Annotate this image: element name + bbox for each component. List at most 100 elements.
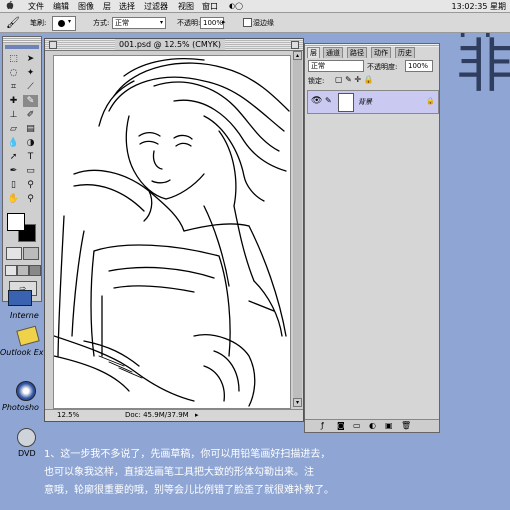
close-box-icon[interactable] <box>49 41 57 49</box>
caption-line: 1、这一步我不多说了，先画草稿，你可以用铅笔画好扫描进去， <box>44 449 331 460</box>
eye-visibility-icon[interactable]: 👁 <box>311 96 322 106</box>
trash-icon[interactable]: 🗑 <box>401 421 411 430</box>
scroll-down-icon[interactable]: ▾ <box>293 398 302 407</box>
notes-tool-icon[interactable]: ▯ <box>6 179 21 191</box>
brush-link-icon[interactable]: ✎ <box>325 96 332 105</box>
marquee-tool-icon[interactable]: ⬚ <box>6 53 21 65</box>
new-layer-icon[interactable]: ▣ <box>385 421 393 430</box>
desktop-icon-label: Outlook Ex <box>0 348 44 357</box>
opacity-input[interactable]: 100% <box>200 17 224 29</box>
vertical-scrollbar[interactable]: ▴ ▾ <box>293 51 302 407</box>
path-selection-tool-icon[interactable]: ➚ <box>6 151 21 163</box>
zoom-level[interactable]: 12.5% <box>57 410 79 421</box>
tutorial-caption: 1、这一步我不多说了，先画草稿，你可以用铅笔画好扫描进去， 也可以象我这样，直接… <box>44 446 504 500</box>
menu-image[interactable]: 图像 <box>78 1 94 12</box>
scroll-up-icon[interactable]: ▴ <box>293 51 302 60</box>
menu-edit[interactable]: 编辑 <box>53 1 69 12</box>
layer-name: 背景 <box>358 98 372 106</box>
wet-edges-checkbox[interactable] <box>243 18 252 27</box>
slice-tool-icon[interactable]: ⟋ <box>23 81 38 93</box>
tab-history[interactable]: 历史 <box>395 47 415 58</box>
new-set-icon[interactable]: ▭ <box>353 421 361 430</box>
tab-paths[interactable]: 路径 <box>347 47 367 58</box>
crop-tool-icon[interactable]: ⌗ <box>6 81 21 93</box>
menu-bar: 文件 编辑 图像 层 选择 过滤器 视图 窗口 ◐◯ 13:02:35 星期 <box>0 0 510 13</box>
mode-select[interactable]: 正常 ▾ <box>112 17 166 29</box>
options-bar: 🖌 笔刷: ▾ 方式: 正常 ▾ 不透明: 100% ▸ 湿边缘 <box>0 13 510 33</box>
lock-icons[interactable]: ▢ ✎ ✛ 🔒 <box>335 75 374 84</box>
tab-layers[interactable]: 层 <box>307 47 320 58</box>
layer-style-icon[interactable]: ƒ <box>321 421 324 430</box>
blend-mode-select[interactable]: 正常 <box>308 60 364 72</box>
pen-tool-icon[interactable]: ✒ <box>6 165 21 177</box>
layer-row-background[interactable]: 👁 ✎ 背景 🔒 <box>307 90 439 114</box>
tab-actions[interactable]: 动作 <box>371 47 391 58</box>
internet-explorer-icon[interactable] <box>8 290 32 306</box>
gradient-tool-icon[interactable]: ▤ <box>23 123 38 135</box>
document-size-info[interactable]: Doc: 45.9M/37.9M <box>125 410 189 421</box>
screen-mode-full-menu-button[interactable] <box>17 265 29 276</box>
opacity-label: 不透明: <box>177 19 201 27</box>
photoshop-icon[interactable] <box>16 381 36 401</box>
zoom-tool-icon[interactable]: ⚲ <box>23 193 38 205</box>
mode-label: 方式: <box>93 19 110 27</box>
layers-panel: 层 通道 路径 动作 历史 正常 不透明度: 100% 锁定: ▢ ✎ ✛ 🔒 … <box>304 43 440 433</box>
menu-view[interactable]: 视图 <box>178 1 194 12</box>
status-arrow-icon[interactable]: ▸ <box>195 410 199 421</box>
screen-mode-standard-button[interactable] <box>5 265 17 276</box>
globe-icon <box>8 290 32 306</box>
menu-window[interactable]: 窗口 <box>202 1 218 12</box>
document-title: 001.psd @ 12.5% (CMYK) <box>115 39 226 50</box>
brush-preset-picker[interactable]: ▾ <box>52 16 76 31</box>
brush-tool-icon[interactable]: ✎ <box>23 95 38 107</box>
menu-filter[interactable]: 过滤器 <box>144 1 168 12</box>
blur-tool-icon[interactable]: 💧 <box>6 137 21 149</box>
standard-mode-button[interactable] <box>6 247 22 260</box>
envelope-icon <box>16 325 40 347</box>
hand-tool-icon[interactable]: ✋ <box>6 193 21 205</box>
line-art-sketch <box>54 58 290 407</box>
opacity-arrow-icon[interactable]: ▸ <box>222 18 226 26</box>
lasso-tool-icon[interactable]: ◌ <box>6 67 21 79</box>
layer-opacity-label: 不透明度: <box>367 63 398 71</box>
layer-opacity-input[interactable]: 100% <box>405 60 433 72</box>
eraser-tool-icon[interactable]: ▱ <box>6 123 21 135</box>
history-brush-tool-icon[interactable]: ✐ <box>23 109 38 121</box>
drawing-canvas[interactable] <box>53 55 291 409</box>
adjustment-layer-icon[interactable]: ◐ <box>369 421 376 430</box>
screen-mode-full-button[interactable] <box>29 265 41 276</box>
lock-label: 锁定: <box>308 77 325 85</box>
desktop-icon-label: Photosho <box>2 403 39 412</box>
menu-select[interactable]: 选择 <box>119 1 135 12</box>
document-titlebar[interactable]: 001.psd @ 12.5% (CMYK) <box>45 39 303 51</box>
magic-wand-tool-icon[interactable]: ✦ <box>23 67 38 79</box>
rectangle-tool-icon[interactable]: ▭ <box>23 165 38 177</box>
brush-label: 笔刷: <box>30 19 47 27</box>
menu-file[interactable]: 文件 <box>28 1 44 12</box>
desktop-icon-label: DVD <box>18 449 36 458</box>
move-tool-icon[interactable]: ➤ <box>23 53 38 65</box>
dvd-icon[interactable] <box>17 428 36 447</box>
eyedropper-tool-icon[interactable]: ⚲ <box>23 179 38 191</box>
dodge-tool-icon[interactable]: ◑ <box>23 137 38 149</box>
help-icon[interactable]: ◐◯ <box>229 2 243 10</box>
menu-layer[interactable]: 层 <box>103 1 111 12</box>
lock-icon: 🔒 <box>426 97 435 105</box>
toolbox-header-strip <box>5 45 39 49</box>
brush-tool-icon[interactable]: 🖌 <box>6 16 20 29</box>
toolbox-titlebar[interactable] <box>3 37 41 43</box>
zoom-box-icon[interactable] <box>291 41 299 49</box>
add-mask-icon[interactable]: ◙ <box>337 421 345 430</box>
outlook-express-icon[interactable] <box>16 325 40 347</box>
clone-stamp-tool-icon[interactable]: ⊥ <box>6 109 21 121</box>
apple-icon[interactable] <box>6 1 14 10</box>
document-status-bar: 12.5% Doc: 45.9M/37.9M ▸ <box>45 409 303 421</box>
quick-mask-button[interactable] <box>23 247 39 260</box>
foreground-color-swatch[interactable] <box>7 213 25 231</box>
type-tool-icon[interactable]: T <box>23 151 38 163</box>
tab-channels[interactable]: 通道 <box>323 47 343 58</box>
eye-icon <box>16 381 36 401</box>
healing-brush-tool-icon[interactable]: ✚ <box>6 95 21 107</box>
chevron-down-icon: ▾ <box>159 19 163 26</box>
wet-edges-label: 湿边缘 <box>253 19 274 27</box>
